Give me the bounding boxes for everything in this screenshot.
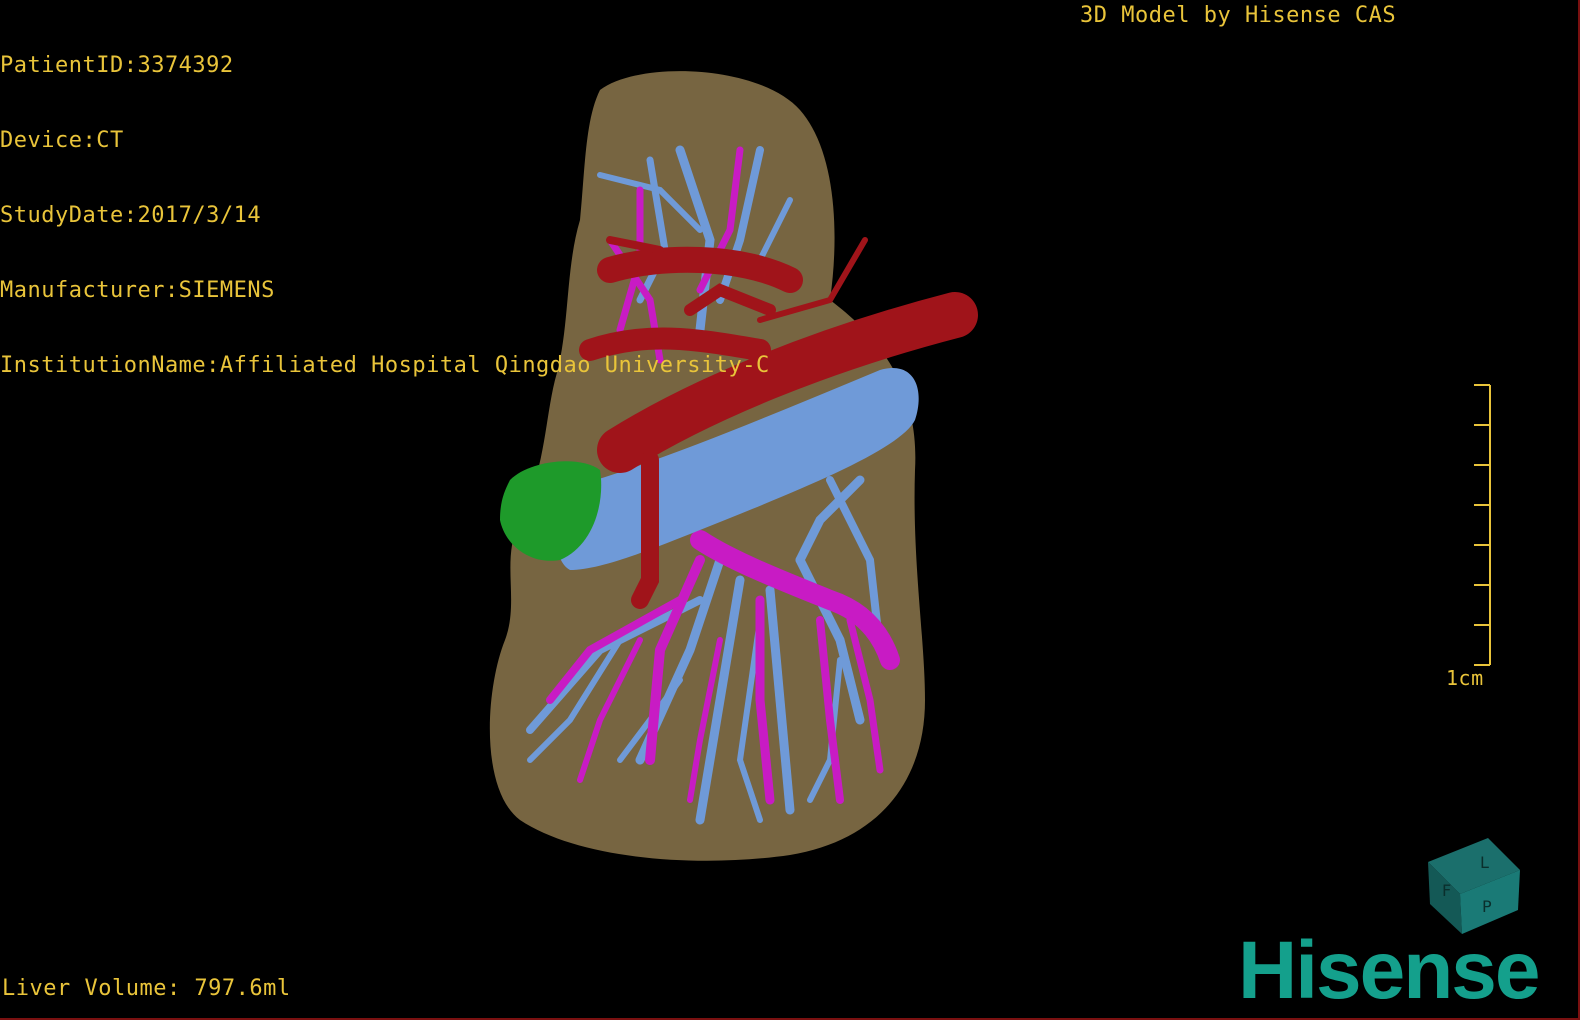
3d-viewport[interactable]: F L P PatientID:3374392 Device:CT StudyD… [0, 0, 1580, 1020]
cube-face-letter: P [1482, 897, 1492, 916]
patient-id-text: PatientID:3374392 [0, 53, 234, 78]
liver-volume-text: Liver Volume: 797.6ml [2, 976, 291, 1001]
scale-bar-label: 1cm [1446, 666, 1484, 690]
scale-bar [1474, 384, 1491, 666]
cube-face-letter: L [1480, 853, 1489, 872]
cube-face-letter: F [1442, 881, 1451, 900]
hisense-logo: Hisense [1238, 925, 1541, 1016]
model-credit-text: 3D Model by Hisense CAS [1080, 3, 1397, 28]
study-date-text: StudyDate:2017/3/14 [0, 203, 262, 228]
institution-text: InstitutionName:Affiliated Hospital Qing… [0, 353, 770, 378]
orientation-cube[interactable]: F L P [1428, 838, 1520, 934]
dicom-info-overlay: PatientID:3374392 Device:CT StudyDate:20… [0, 3, 770, 428]
device-text: Device:CT [0, 128, 124, 153]
manufacturer-text: Manufacturer:SIEMENS [0, 278, 275, 303]
